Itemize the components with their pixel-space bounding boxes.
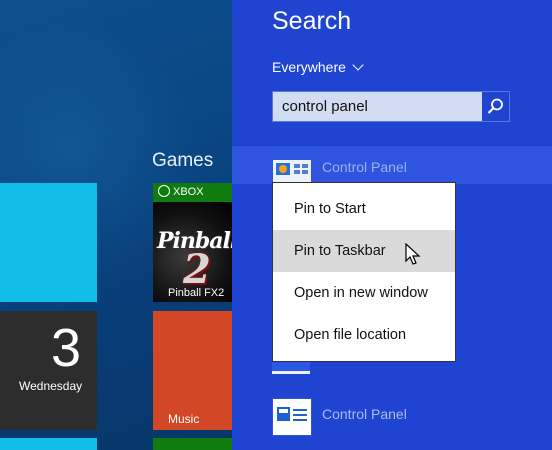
chevron-down-icon [352,59,364,71]
search-input[interactable] [273,92,499,121]
menu-item-pin-to-start[interactable]: Pin to Start [273,188,455,230]
pinball-tile[interactable]: XBOX Pinball 2 Pinball FX2 [153,183,232,302]
scope-label: Everywhere [272,59,346,75]
group-label-games: Games [152,150,214,171]
calendar-day-number: 3 [50,318,81,378]
xbox-badge-label: XBOX [173,186,204,198]
tile-partial-cyan[interactable] [0,438,97,450]
start-screen: Games 3 Wednesday XBOX Pinball 2 Pinball… [0,0,232,450]
pinball-label: Pinball FX2 [168,287,225,299]
search-box [272,91,510,122]
xbox-badge: XBOX [153,183,232,202]
calendar-weekday: Wednesday [19,379,83,393]
music-label: Music [168,412,200,426]
menu-item-open-in-new-window[interactable]: Open in new window [273,272,455,314]
xbox-icon [158,185,170,197]
search-result-control-panel[interactable]: Control Panel [232,146,552,187]
search-button[interactable] [482,92,509,121]
menu-item-open-file-location[interactable]: Open file location [273,314,455,356]
search-result-label: Control Panel [322,406,407,422]
search-result-label: Control Panel [322,159,407,175]
menu-item-pin-to-taskbar[interactable]: Pin to Taskbar [273,230,455,272]
calendar-tile[interactable]: 3 Wednesday [0,311,97,430]
tile-partial-green[interactable] [153,438,232,450]
music-tile[interactable]: Music [153,311,232,430]
search-result-control-panel-2[interactable]: Control Panel [232,392,552,436]
tile-cyan[interactable] [0,183,97,302]
scope-dropdown[interactable]: Everywhere [272,59,364,75]
search-title: Search [272,7,352,35]
context-menu: Pin to Start Pin to Taskbar Open in new … [272,182,456,362]
search-icon [487,98,503,114]
mouse-cursor-icon [405,243,421,265]
pinball-logo-number: 2 [183,246,211,293]
control-panel-icon [272,398,312,436]
